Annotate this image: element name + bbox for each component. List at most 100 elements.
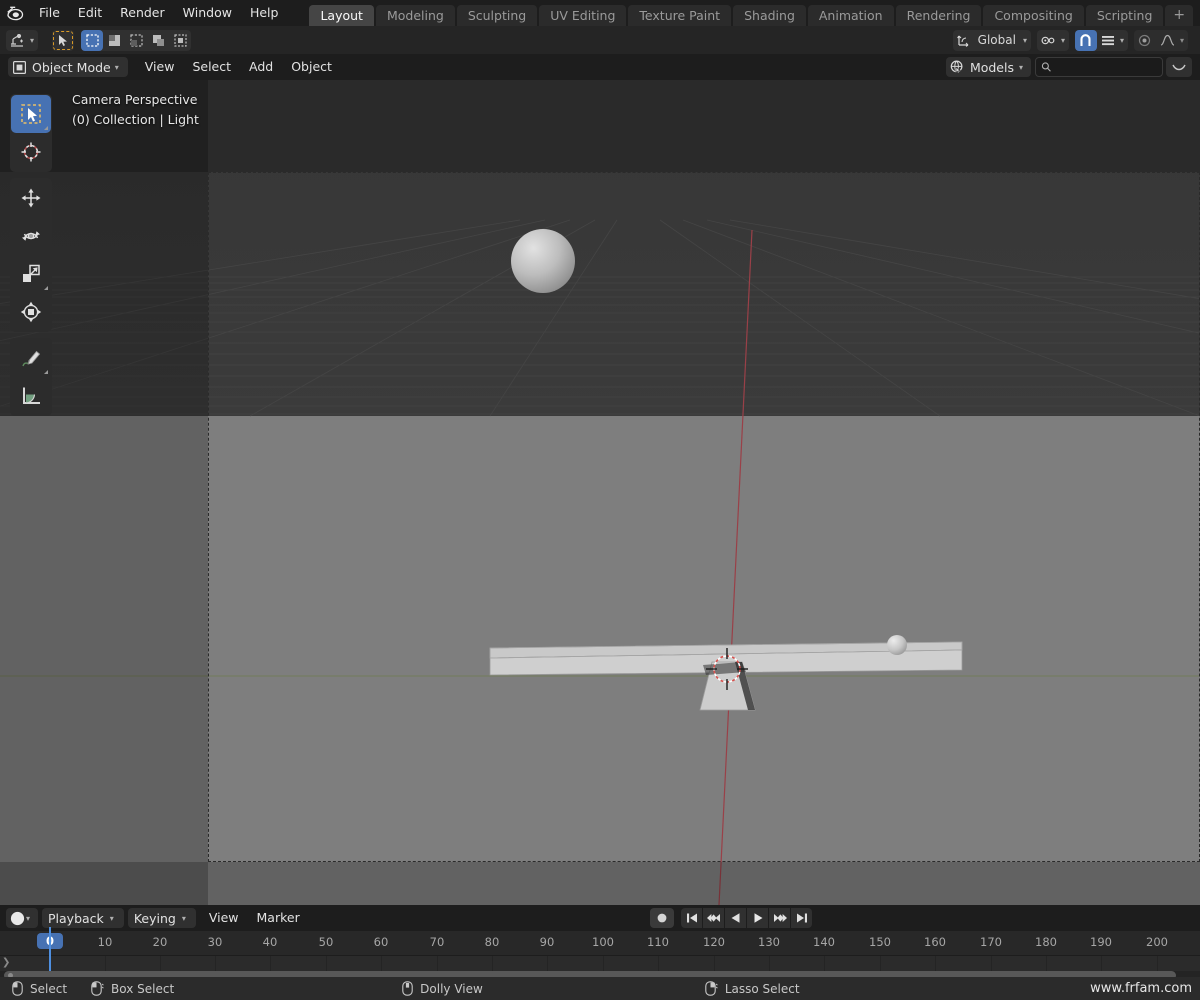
editor-type-icon — [6, 30, 29, 51]
viewport-info-overlay: Camera Perspective (0) Collection | Ligh… — [72, 90, 199, 130]
editor-type-selector[interactable]: ▾ — [6, 29, 39, 51]
chevron-down-icon: ▾ — [30, 35, 35, 45]
tweak-cursor-tool-button[interactable] — [52, 29, 75, 51]
tweak-select-box-icon — [21, 104, 41, 124]
timeline-editor-icon — [10, 911, 25, 925]
tick-10: 10 — [97, 935, 113, 949]
object-mode-selector[interactable]: Object Mode ▾ — [8, 57, 128, 77]
asset-library-selector[interactable]: Models ▾ — [945, 57, 1031, 77]
cursor-tool[interactable] — [11, 133, 51, 171]
jump-to-end-button[interactable] — [791, 908, 812, 928]
tick-20: 20 — [152, 935, 168, 949]
menu-edit[interactable]: Edit — [69, 3, 111, 23]
search-input[interactable] — [1055, 60, 1157, 74]
viewport-3d[interactable]: Camera Perspective (0) Collection | Ligh… — [0, 80, 1200, 905]
tab-uv-editing[interactable]: UV Editing — [539, 5, 627, 26]
measure-tool-icon — [23, 387, 40, 404]
tab-scripting[interactable]: Scripting — [1085, 5, 1164, 26]
menu-file[interactable]: File — [30, 3, 69, 23]
select-intersect-icon[interactable] — [169, 30, 191, 51]
annotate-tool[interactable] — [11, 339, 51, 377]
viewport-header: Object Mode ▾ View Select Add Object Mod… — [0, 54, 1200, 80]
timeline-menu-playback[interactable]: Playback ▾ — [42, 908, 124, 928]
select-set-icon[interactable] — [81, 29, 104, 51]
select-box-tool[interactable] — [11, 95, 51, 133]
sidebar-toggle-arrow-icon[interactable]: ❯ — [2, 957, 10, 968]
tab-texture-paint[interactable]: Texture Paint — [628, 5, 732, 26]
status-lasso-select-label: Lasso Select — [724, 981, 800, 996]
move-tool[interactable] — [11, 179, 51, 217]
pivot-point-selector[interactable]: ▾ — [1036, 29, 1069, 51]
tick-110: 110 — [647, 935, 669, 949]
sphere-small — [887, 635, 907, 655]
snap-magnet-icon[interactable] — [1074, 29, 1097, 51]
tab-rendering[interactable]: Rendering — [895, 5, 982, 26]
play-button[interactable] — [747, 908, 768, 928]
menu-help[interactable]: Help — [241, 3, 288, 23]
tab-layout[interactable]: Layout — [309, 5, 374, 26]
tab-compositing[interactable]: Compositing — [983, 5, 1084, 26]
viewport-menu-object[interactable]: Object — [282, 57, 341, 77]
asset-library-label: Models — [969, 59, 1014, 75]
tab-sculpting[interactable]: Sculpting — [456, 5, 538, 26]
tab-animation[interactable]: Animation — [807, 5, 894, 26]
next-keyframe-button[interactable] — [769, 908, 790, 928]
tool-group-transform — [10, 178, 52, 332]
object-mode-icon — [13, 60, 26, 74]
timeline-menu-view[interactable]: View — [200, 908, 248, 928]
timeline-editor-type-selector[interactable]: ▾ — [6, 908, 39, 928]
auto-keying-toggle[interactable] — [650, 908, 674, 928]
playhead-line[interactable] — [49, 927, 51, 975]
pivot-point-icon — [1037, 30, 1060, 51]
search-icon — [1041, 62, 1051, 72]
timeline-keyframe-area[interactable] — [0, 955, 1200, 972]
chevron-down-icon: ▾ — [26, 913, 31, 923]
status-bar: Select Box Select Dolly View Lasso Selec… — [0, 977, 1200, 1000]
status-dolly-view-label: Dolly View — [420, 981, 483, 996]
tab-modeling[interactable]: Modeling — [375, 5, 455, 26]
tab-shading[interactable]: Shading — [733, 5, 806, 26]
tick-170: 170 — [980, 935, 1002, 949]
status-box-select: Box Select — [91, 981, 174, 996]
timeline-menu-marker[interactable]: Marker — [248, 908, 309, 928]
play-reverse-button[interactable] — [725, 908, 746, 928]
scale-tool[interactable] — [11, 255, 51, 293]
timeline-menu-keying-label: Keying — [133, 910, 176, 926]
status-select: Select — [12, 981, 67, 996]
prev-keyframe-button[interactable] — [703, 908, 724, 928]
blender-logo-icon[interactable] — [0, 6, 30, 21]
timeline-menu-keying[interactable]: Keying ▾ — [127, 908, 196, 928]
jump-to-end-icon — [796, 913, 807, 923]
status-select-label: Select — [30, 981, 68, 996]
mouse-middle-icon — [402, 981, 413, 996]
select-extend-icon[interactable] — [103, 30, 125, 51]
tick-90: 90 — [539, 935, 555, 949]
workspace-tabs: Layout Modeling Sculpting UV Editing Tex… — [309, 0, 1195, 26]
transform-orientation-selector[interactable]: Global ▾ — [952, 29, 1031, 51]
tool-header: ▾ Global ▾ ▾ ▾ ▾ — [0, 26, 1200, 54]
chevron-down-icon: ▾ — [1179, 35, 1184, 45]
jump-to-start-button[interactable] — [681, 908, 702, 928]
proportional-edit-icon[interactable] — [1134, 30, 1156, 51]
add-workspace-button[interactable]: + — [1165, 5, 1194, 26]
menu-window[interactable]: Window — [174, 3, 241, 23]
viewport-menu-view[interactable]: View — [136, 57, 184, 77]
select-invert-icon[interactable] — [147, 30, 169, 51]
viewport-options-button[interactable] — [1166, 57, 1192, 77]
viewport-menu-add[interactable]: Add — [240, 57, 282, 77]
viewport-menu-select[interactable]: Select — [183, 57, 240, 77]
transform-tool[interactable] — [11, 293, 51, 331]
tick-80: 80 — [484, 935, 500, 949]
falloff-curve-icon[interactable] — [1156, 30, 1179, 51]
mouse-left-drag-icon — [91, 981, 104, 996]
select-subtract-icon[interactable] — [125, 30, 147, 51]
timeline-ruler[interactable]: 0 10 20 30 40 50 60 70 80 90 100 110 120… — [0, 931, 1200, 955]
rotate-tool[interactable] — [11, 217, 51, 255]
search-field[interactable] — [1035, 57, 1163, 77]
tick-160: 160 — [924, 935, 946, 949]
snap-target-icon[interactable] — [1097, 30, 1119, 51]
chevron-down-icon: ▾ — [109, 913, 114, 923]
measure-tool[interactable] — [11, 377, 51, 415]
viewport-info-line1: Camera Perspective — [72, 92, 198, 107]
menu-render[interactable]: Render — [111, 3, 174, 23]
